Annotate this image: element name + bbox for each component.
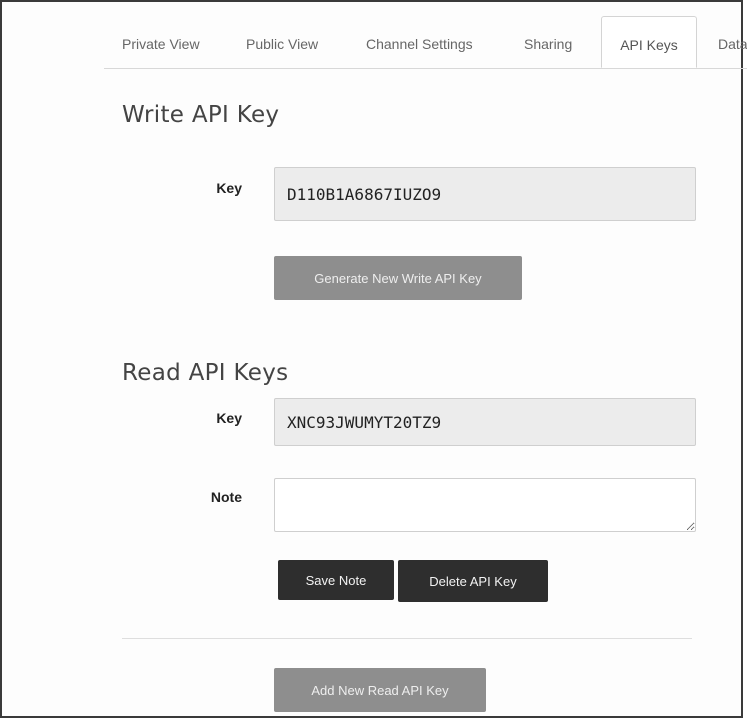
note-textarea[interactable] <box>274 478 696 532</box>
save-note-button[interactable]: Save Note <box>278 560 394 600</box>
write-key-label: Key <box>216 180 242 196</box>
tab-sharing[interactable]: Sharing <box>524 16 572 68</box>
tab-private-view[interactable]: Private View <box>122 16 200 68</box>
read-api-keys-heading: Read API Keys <box>122 360 289 386</box>
tab-public-view[interactable]: Public View <box>246 16 318 68</box>
delete-api-key-button[interactable]: Delete API Key <box>398 560 548 602</box>
page-frame: Private View Public View Channel Setting… <box>0 0 747 718</box>
tab-data[interactable]: Data <box>718 16 747 68</box>
write-api-key-field[interactable] <box>274 167 696 221</box>
add-read-key-button[interactable]: Add New Read API Key <box>274 668 486 712</box>
tab-api-keys[interactable]: API Keys <box>601 16 697 68</box>
section-divider <box>122 638 692 639</box>
generate-write-key-button[interactable]: Generate New Write API Key <box>274 256 522 300</box>
write-api-key-heading: Write API Key <box>122 102 280 128</box>
read-key-label: Key <box>216 410 242 426</box>
tab-bar: Private View Public View Channel Setting… <box>104 16 747 69</box>
note-label: Note <box>210 489 242 505</box>
read-api-key-field[interactable] <box>274 398 696 446</box>
tab-channel-settings[interactable]: Channel Settings <box>366 16 473 68</box>
